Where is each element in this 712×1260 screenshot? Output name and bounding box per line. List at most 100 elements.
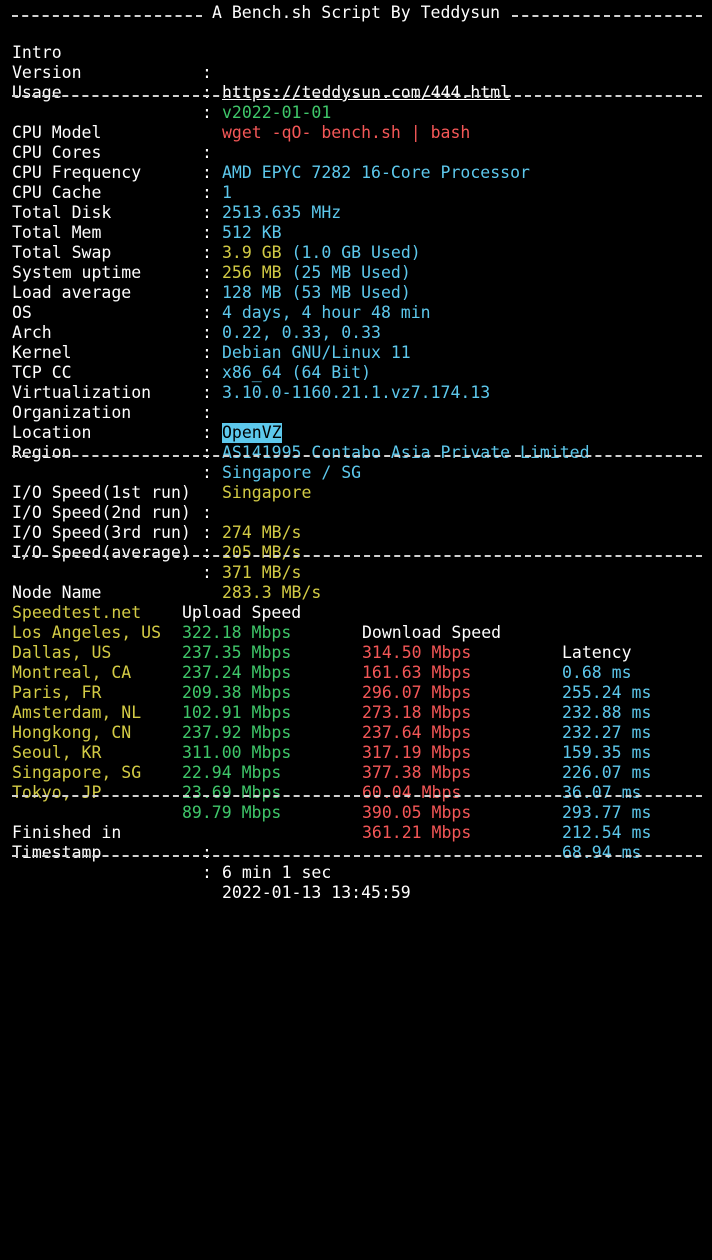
cpu-cores-row: CPU Cores : 1 xyxy=(12,123,232,202)
io-row-2: I/O Speed(2nd run) : 205 MB/s xyxy=(12,483,301,562)
colon: : xyxy=(202,863,212,882)
banner: A Bench.sh Script By Teddysun xyxy=(0,3,712,23)
table-row: Hongkong, CN 311.00 Mbps 377.38 Mbps 36.… xyxy=(12,703,641,802)
download-speed: 161.63 Mbps xyxy=(362,663,472,682)
cpu-cache-value: 512 KB xyxy=(222,223,282,242)
io-row-1: I/O Speed(1st run) : 274 MB/s xyxy=(12,463,301,542)
colon: : xyxy=(202,183,212,202)
usage-value: wget -qO- bench.sh | bash xyxy=(222,123,471,142)
virtualization-value: OpenVZ xyxy=(222,423,282,443)
colon: : xyxy=(202,383,212,402)
kernel-value: 3.10.0-1160.21.1.vz7.174.13 xyxy=(222,383,491,402)
io-row-average: I/O Speed(average) : 283.3 MB/s xyxy=(12,523,321,602)
header-latency: Latency xyxy=(562,643,632,662)
table-row: Dallas, US 237.24 Mbps 296.07 Mbps 232.8… xyxy=(12,623,651,722)
latency: 255.24 ms xyxy=(562,683,652,702)
header-download-speed: Download Speed xyxy=(362,623,502,642)
colon: : xyxy=(202,163,212,182)
cpu-model-row: CPU Model : AMD EPYC 7282 16-Core Proces… xyxy=(12,103,530,182)
colon: : xyxy=(202,263,212,282)
latency: 232.88 ms xyxy=(562,703,652,722)
table-row: Montreal, CA 209.38 Mbps 273.18 Mbps 232… xyxy=(12,643,651,742)
colon: : xyxy=(202,523,212,542)
upload-speed: 22.94 Mbps xyxy=(182,763,282,782)
timestamp-row: Timestamp : 2022-01-13 13:45:59 xyxy=(12,823,411,902)
colon: : xyxy=(202,303,212,322)
latency: 0.68 ms xyxy=(562,663,632,682)
version-row: Version : v2022-01-01 xyxy=(12,43,331,122)
uptime-row: System uptime : 4 days, 4 hour 48 min xyxy=(12,243,431,322)
cpu-cache-row: CPU Cache : 512 KB xyxy=(12,163,282,242)
os-row: OS : Debian GNU/Linux 11 xyxy=(12,283,411,362)
latency: 293.77 ms xyxy=(562,803,652,822)
cpu-freq-value: 2513.635 MHz xyxy=(222,203,342,222)
colon: : xyxy=(202,463,212,482)
upload-speed: 322.18 Mbps xyxy=(182,623,292,642)
upload-speed: 89.79 Mbps xyxy=(182,803,282,822)
colon: : xyxy=(202,423,212,442)
table-row: Amsterdam, NL 237.92 Mbps 317.19 Mbps 22… xyxy=(12,683,651,782)
banner-separator-left xyxy=(12,15,202,17)
total-disk-size: 3.9 GB xyxy=(222,243,282,262)
download-speed: 273.18 Mbps xyxy=(362,703,472,722)
header-upload-speed: Upload Speed xyxy=(182,603,302,622)
colon: : xyxy=(202,503,212,522)
colon: : xyxy=(202,63,212,82)
upload-speed: 311.00 Mbps xyxy=(182,743,292,762)
finished-value: 6 min 1 sec xyxy=(222,863,332,882)
colon: : xyxy=(202,243,212,262)
colon: : xyxy=(202,363,212,382)
table-row: Speedtest.net 322.18 Mbps 314.50 Mbps 0.… xyxy=(12,583,632,682)
total-mem-value: 256 MB (25 MB Used) xyxy=(222,263,411,283)
upload-speed: 237.35 Mbps xyxy=(182,643,292,662)
kernel-row: Kernel : 3.10.0-1160.21.1.vz7.174.13 xyxy=(12,323,490,402)
total-swap-size: 128 MB xyxy=(222,283,282,302)
table-row: Tokyo, JP 89.79 Mbps 361.21 Mbps 68.94 m… xyxy=(12,763,641,862)
table-row: Los Angeles, US 237.35 Mbps 161.63 Mbps … xyxy=(12,603,651,702)
organization-row: Organization : AS141995 Contabo Asia Pri… xyxy=(12,383,590,462)
location-row: Location : Singapore / SG xyxy=(12,403,361,482)
latency: 226.07 ms xyxy=(562,763,652,782)
latency: 232.27 ms xyxy=(562,723,652,742)
colon: : xyxy=(202,323,212,342)
load-row: Load average : 0.22, 0.33, 0.33 xyxy=(12,263,381,342)
arch-row: Arch : x86_64 (64 Bit) xyxy=(12,303,371,382)
terminal-window: A Bench.sh Script By Teddysun Intro : ht… xyxy=(0,0,712,902)
colon: : xyxy=(202,143,212,162)
upload-speed: 209.38 Mbps xyxy=(182,683,292,702)
virtualization-row: Virtualization : OpenVZ xyxy=(12,363,282,443)
io-row-3: I/O Speed(3rd run) : 371 MB/s xyxy=(12,503,301,582)
banner-title: A Bench.sh Script By Teddysun xyxy=(212,3,501,22)
colon: : xyxy=(202,563,212,582)
colon: : xyxy=(202,203,212,222)
intro-row: Intro : https://teddysun.com/444.html xyxy=(12,23,510,102)
total-disk-row: Total Disk : 3.9 GB (1.0 GB Used) xyxy=(12,183,421,262)
cpu-cores-value: 1 xyxy=(222,183,232,202)
latency: 159.35 ms xyxy=(562,743,652,762)
finished-row: Finished in : 6 min 1 sec xyxy=(12,803,331,882)
load-value: 0.22, 0.33, 0.33 xyxy=(222,323,381,342)
colon: : xyxy=(202,223,212,242)
total-disk-used: (1.0 GB Used) xyxy=(291,243,421,262)
io-value: 371 MB/s xyxy=(222,563,302,582)
cpu-model-value: AMD EPYC 7282 16-Core Processor xyxy=(222,163,530,182)
separator-1 xyxy=(12,83,702,103)
io-value: 283.3 MB/s xyxy=(222,583,322,602)
download-speed: 361.21 Mbps xyxy=(362,823,472,842)
separator-4 xyxy=(12,783,702,803)
separator-5 xyxy=(12,843,702,863)
total-disk-value: 3.9 GB (1.0 GB Used) xyxy=(222,243,421,263)
separator-3 xyxy=(12,543,702,563)
colon: : xyxy=(202,343,212,362)
upload-speed: 237.92 Mbps xyxy=(182,723,292,742)
total-mem-size: 256 MB xyxy=(222,263,282,282)
colon: : xyxy=(202,403,212,422)
download-speed: 390.05 Mbps xyxy=(362,803,472,822)
usage-row: Usage : wget -qO- bench.sh | bash xyxy=(12,63,470,142)
total-mem-row: Total Mem : 256 MB (25 MB Used) xyxy=(12,203,411,282)
download-speed: 377.38 Mbps xyxy=(362,763,472,782)
colon: : xyxy=(202,283,212,302)
download-speed: 296.07 Mbps xyxy=(362,683,472,702)
total-swap-used: (53 MB Used) xyxy=(291,283,411,302)
download-speed: 317.19 Mbps xyxy=(362,743,472,762)
